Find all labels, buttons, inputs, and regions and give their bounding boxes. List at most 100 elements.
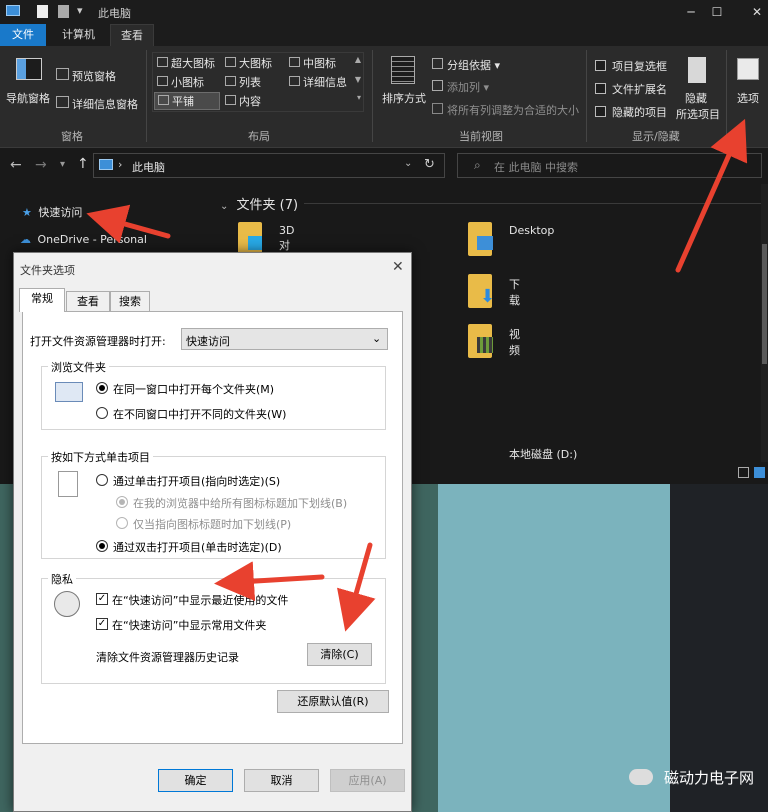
sidebar-item-label: OneDrive - Personal — [37, 233, 147, 246]
ok-button[interactable]: 确定 — [158, 769, 233, 792]
underline-point-radio[interactable] — [116, 517, 128, 529]
details-view-icon[interactable] — [738, 467, 749, 478]
close-icon[interactable]: ✕ — [392, 259, 404, 275]
hide-selected-icon — [688, 57, 706, 83]
sort-icon — [391, 56, 415, 84]
large-icons-view-icon[interactable] — [754, 467, 765, 478]
scrollbar-thumb[interactable] — [762, 244, 767, 364]
fit-columns-label: 将所有列调整为合适的大小 — [447, 104, 579, 117]
double-click-radio[interactable] — [96, 540, 108, 552]
film-strip-icon — [477, 337, 493, 353]
open-explorer-to-select[interactable]: 快速访问 ⌄ — [181, 328, 388, 350]
address-bar[interactable]: › 此电脑 ⌄ ↻ — [93, 153, 445, 178]
computer-icon — [99, 159, 113, 170]
hide-selected-button[interactable]: 隐藏 所选项目 — [676, 54, 724, 121]
search-icon: ⌕ — [474, 158, 481, 172]
file-extensions-toggle[interactable]: 文件扩展名 — [595, 81, 667, 97]
forward-arrow-icon[interactable]: → — [35, 157, 47, 173]
address-dropdown-icon[interactable]: ⌄ — [404, 158, 412, 169]
single-click-label[interactable]: 通过单击打开项目(指向时选定)(S) — [113, 473, 280, 489]
sort-by-button[interactable]: 排序方式 — [380, 54, 428, 116]
nav-pane-button[interactable]: 导航窗格 — [4, 54, 54, 114]
fit-columns-button[interactable]: 将所有列调整为合适的大小 — [432, 102, 579, 118]
refresh-icon[interactable]: ↻ — [424, 157, 435, 172]
item-checkboxes-toggle[interactable]: 项目复选框 — [595, 58, 667, 74]
restore-defaults-button[interactable]: 还原默认值(R) — [277, 690, 389, 713]
layout-s-icons[interactable]: 小图标 — [157, 74, 204, 90]
fit-columns-icon — [432, 103, 443, 114]
item-checkboxes-checkbox[interactable] — [595, 60, 606, 71]
breadcrumb-this-pc[interactable]: 此电脑 — [132, 159, 165, 175]
search-placeholder: 在 此电脑 中搜索 — [494, 161, 578, 174]
layout-xl-icons[interactable]: 超大图标 — [157, 55, 215, 71]
scrollbar[interactable] — [761, 184, 768, 464]
recent-locations-icon[interactable]: ▾ — [60, 159, 65, 170]
cloud-icon: ☁ — [20, 233, 31, 246]
divider — [372, 50, 373, 142]
privacy-group: 隐私 ✓ 在“快速访问”中显示最近使用的文件 ✓ 在“快速访问”中显示常用文件夹… — [41, 571, 386, 684]
tab-view[interactable]: 查看 — [110, 24, 154, 46]
file-extensions-checkbox[interactable] — [595, 83, 606, 94]
breadcrumb-chevron-icon[interactable]: › — [118, 158, 122, 171]
quick-access-toolbar-dropdown-icon[interactable]: ▾ — [77, 4, 83, 17]
recent-files-checkbox[interactable]: ✓ — [96, 593, 108, 605]
underline-point-label[interactable]: 仅当指向图标标题时加下划线(P) — [133, 516, 291, 532]
tab-search[interactable]: 搜索 — [110, 291, 150, 312]
layout-list[interactable]: 列表 — [225, 74, 261, 90]
details-icon — [289, 76, 300, 86]
underline-browser-label[interactable]: 在我的浏览器中给所有图标标题加下划线(B) — [133, 495, 347, 511]
tab-view-options[interactable]: 查看 — [66, 291, 110, 312]
preview-pane-icon — [56, 68, 69, 80]
single-click-radio[interactable] — [96, 474, 108, 486]
group-header-folders[interactable]: ⌄ 文件夹 (7) — [220, 194, 298, 213]
sidebar-item-quick-access[interactable]: ★ 快速访问 — [22, 204, 82, 220]
clear-history-button[interactable]: 清除(C) — [307, 643, 372, 666]
tab-general[interactable]: 常规 — [19, 288, 65, 312]
gallery-expand-icon[interactable]: ▾ — [357, 93, 361, 102]
underline-browser-radio[interactable] — [116, 496, 128, 508]
add-column-button[interactable]: 添加列 ▾ — [432, 79, 489, 95]
window-title: 此电脑 — [98, 7, 131, 20]
layout-details[interactable]: 详细信息 — [289, 74, 347, 90]
medium-icons-icon — [289, 57, 300, 67]
recent-files-label[interactable]: 在“快速访问”中显示最近使用的文件 — [112, 592, 288, 608]
back-arrow-icon[interactable]: ← — [10, 157, 22, 173]
hidden-items-toggle[interactable]: 隐藏的项目 — [595, 104, 667, 120]
properties-icon[interactable] — [37, 5, 48, 18]
tab-computer[interactable]: 计算机 — [52, 24, 105, 46]
divider — [146, 50, 147, 142]
frequent-folders-checkbox[interactable]: ✓ — [96, 618, 108, 630]
options-button[interactable]: 选项 — [733, 56, 765, 116]
frequent-folders-label[interactable]: 在“快速访问”中显示常用文件夹 — [112, 617, 266, 633]
layout-l-icons[interactable]: 大图标 — [225, 55, 272, 71]
layout-content[interactable]: 内容 — [225, 93, 261, 109]
open-new-window-label[interactable]: 在不同窗口中打开不同的文件夹(W) — [113, 406, 286, 422]
cancel-button[interactable]: 取消 — [244, 769, 319, 792]
watermark-text: 磁动力电子网 — [663, 769, 754, 787]
chevron-down-icon: ⌄ — [372, 332, 382, 345]
group-header-label: 文件夹 (7) — [236, 198, 299, 213]
layout-m-icons-label: 中图标 — [303, 57, 336, 70]
watermark: 磁动力电子网 — [629, 767, 754, 788]
layout-tiles[interactable]: 平铺 — [154, 92, 220, 110]
search-input[interactable]: ⌕ 在 此电脑 中搜索 — [457, 153, 762, 178]
gallery-scroll-up-icon[interactable]: ▲ — [355, 55, 361, 64]
open-same-window-label[interactable]: 在同一窗口中打开每个文件夹(M) — [113, 381, 274, 397]
layout-tiles-label: 平铺 — [172, 95, 194, 108]
drive-item[interactable]: 本地磁盘 (D:) — [494, 444, 674, 464]
hidden-items-checkbox[interactable] — [595, 106, 606, 117]
add-column-icon — [432, 80, 443, 91]
close-button[interactable]: ✕ — [734, 0, 768, 24]
open-same-window-radio[interactable] — [96, 382, 108, 394]
folder-label: 下载 — [509, 278, 520, 307]
up-arrow-icon[interactable]: ↑ — [77, 156, 89, 172]
sidebar-item-onedrive[interactable]: ☁ OneDrive - Personal — [20, 233, 147, 246]
layout-m-icons[interactable]: 中图标 — [289, 55, 336, 71]
open-new-window-radio[interactable] — [96, 407, 108, 419]
tab-file[interactable]: 文件 — [0, 24, 46, 46]
double-click-label[interactable]: 通过双击打开项目(单击时选定)(D) — [113, 539, 282, 555]
group-by-button[interactable]: 分组依据 ▾ — [432, 57, 500, 73]
gallery-scroll-down-icon[interactable]: ▼ — [355, 75, 361, 84]
apply-button[interactable]: 应用(A) — [330, 769, 405, 792]
new-folder-icon[interactable] — [58, 5, 69, 18]
